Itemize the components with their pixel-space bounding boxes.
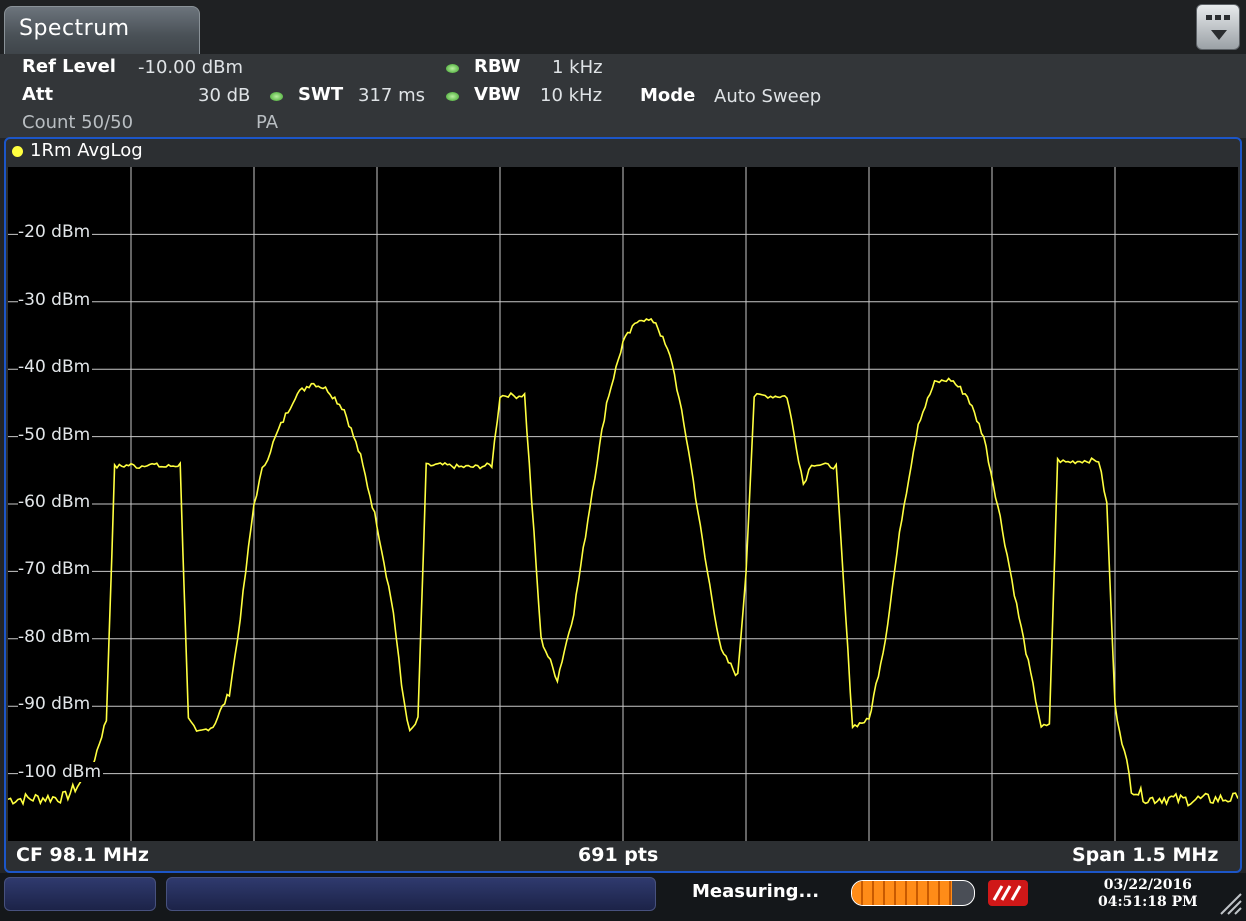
softkey-button-2[interactable] [166,877,656,911]
y-tick-label: -80 dBm [18,626,93,647]
tab-spectrum[interactable]: Spectrum [4,6,200,54]
vbw-status-led [446,92,459,101]
remote-status-icon [988,880,1028,906]
date-text: 03/22/2016 [1103,877,1192,893]
tab-spectrum-label: Spectrum [19,16,130,41]
points-label: 691 pts [578,844,659,866]
swt-value[interactable]: 317 ms [358,85,425,106]
y-tick-label: -60 dBm [18,492,93,512]
center-frequency-label: CF 98.1 MHz [16,844,149,866]
resize-grip-icon[interactable] [1218,891,1242,915]
rbw-value[interactable]: 1 kHz [552,57,603,78]
swt-label: SWT [298,84,344,105]
count-text: Count 50/50 [22,112,134,133]
sweep-progress-bar [851,880,975,906]
sweep-progress-fill [852,881,953,905]
measuring-status: Measuring... [692,881,820,902]
menu-icon [1206,15,1230,40]
y-tick-label: -30 dBm [18,289,93,310]
ref-level-value[interactable]: -10.00 dBm [138,57,243,78]
y-tick-label: -90 dBm [18,694,93,715]
span-label: Span 1.5 MHz [1072,844,1219,866]
trace-indicator-icon [12,146,23,157]
softkey-button-1[interactable] [4,877,156,911]
att-label: Att [22,84,54,105]
ref-level-label: Ref Level [22,56,116,77]
trace-label: 1Rm AvgLog [30,140,143,161]
spectrum-plot[interactable] [8,167,1238,841]
time-text: 04:51:18 PM [1098,894,1198,910]
mode-label: Mode [640,85,696,106]
preamp-indicator: PA [256,112,279,133]
y-tick-label: -20 dBm [18,222,93,243]
y-tick-label: -70 dBm [18,559,93,580]
rbw-label: RBW [474,56,521,77]
y-tick-label: -100 dBm [18,761,103,782]
y-tick-label: -50 dBm [18,424,93,445]
mode-value[interactable]: Auto Sweep [714,86,821,107]
y-tick-label: -40 dBm [18,357,93,378]
vbw-label: VBW [474,84,521,105]
menu-button[interactable] [1196,4,1240,50]
att-value[interactable]: 30 dB [198,85,250,106]
date-time: 03/22/2016 04:51:18 PM [1098,877,1198,911]
vbw-value[interactable]: 10 kHz [540,85,602,106]
swt-status-led [270,92,283,101]
rbw-status-led [446,64,459,73]
